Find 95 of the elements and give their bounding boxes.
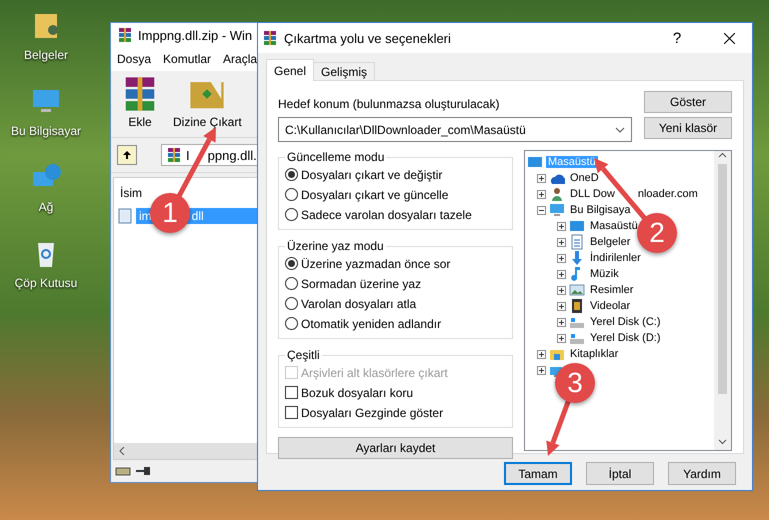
group-title: Çeşitli bbox=[286, 348, 321, 362]
radio-button[interactable] bbox=[285, 277, 298, 290]
download-icon bbox=[569, 250, 585, 266]
tree-item[interactable]: DLL Dow bbox=[568, 188, 617, 200]
chevron-left-icon bbox=[118, 447, 126, 455]
video-icon bbox=[569, 298, 585, 314]
checkbox[interactable] bbox=[285, 386, 298, 399]
tree-item[interactable]: Masaüstü bbox=[588, 220, 640, 232]
radio-option[interactable]: Sormadan üzerine yaz bbox=[285, 275, 506, 292]
chevron-down-icon bbox=[615, 126, 625, 132]
tree-item[interactable]: Videolar bbox=[588, 300, 632, 312]
window-title: Imppng.dll.zip - Win bbox=[138, 28, 252, 42]
up-arrow-icon bbox=[122, 150, 132, 160]
radio-button[interactable] bbox=[285, 317, 298, 330]
destination-combo[interactable]: C:\Kullanıcılar\DllDownloader_com\Masaüstü bbox=[278, 117, 632, 142]
desktop-icon-label[interactable]: Bu Bilgisayar bbox=[10, 124, 82, 138]
desktop-icon bbox=[527, 154, 543, 170]
tree-item[interactable]: İndirilenler bbox=[588, 252, 643, 264]
file-name: dll bbox=[192, 209, 204, 223]
menu-item[interactable]: Araçla bbox=[223, 52, 258, 66]
chevron-down-icon bbox=[718, 437, 727, 446]
radio-button[interactable] bbox=[285, 168, 298, 181]
tree-item[interactable]: Bu Bilgisaya bbox=[568, 204, 633, 216]
tree-item[interactable]: Kitaplıklar bbox=[568, 348, 620, 360]
side-button[interactable]: Göster bbox=[644, 91, 732, 113]
tree-item[interactable]: Müzik bbox=[588, 268, 621, 280]
plus-toggle-icon[interactable] bbox=[557, 334, 566, 342]
minus-toggle-icon[interactable] bbox=[537, 206, 546, 214]
dialog-button[interactable]: İptal bbox=[586, 462, 654, 485]
radio-option[interactable]: Sadece varolan dosyaları tazele bbox=[285, 206, 506, 223]
field-label: Hedef konum (bulunmazsa oluşturulacak) bbox=[278, 97, 500, 111]
radio-button[interactable] bbox=[285, 297, 298, 310]
computer-icon bbox=[549, 202, 565, 218]
desktop-icon-label[interactable]: Çöp Kutusu bbox=[14, 276, 78, 290]
group-title: Güncelleme modu bbox=[286, 150, 386, 164]
toolbar-button[interactable]: Dizine Çıkart bbox=[169, 75, 246, 133]
archive-books-icon bbox=[262, 30, 278, 46]
person-icon bbox=[549, 186, 565, 202]
toolbar-button[interactable]: Ekle bbox=[117, 75, 163, 133]
tree-item[interactable]: Belgeler bbox=[588, 236, 632, 248]
radio-option[interactable]: Dosyaları çıkart ve güncelle bbox=[285, 186, 506, 203]
plus-toggle-icon[interactable] bbox=[537, 190, 546, 198]
plus-toggle-icon[interactable] bbox=[537, 174, 546, 182]
tree-item[interactable]: OneD bbox=[568, 172, 601, 184]
radio-option[interactable]: Üzerine yazmadan önce sor bbox=[285, 255, 506, 272]
menu-item[interactable]: Dosya bbox=[117, 52, 152, 66]
plus-toggle-icon[interactable] bbox=[537, 366, 546, 374]
chevron-up-icon bbox=[718, 151, 727, 160]
key-icon bbox=[135, 465, 151, 477]
checkbox[interactable] bbox=[285, 406, 298, 419]
radio-option[interactable]: Otomatik yeniden adlandır bbox=[285, 315, 506, 332]
close-icon bbox=[724, 32, 734, 44]
dialog-button[interactable]: Tamam bbox=[504, 462, 572, 485]
vertical-scrollbar[interactable] bbox=[714, 151, 731, 450]
radio-option[interactable]: Varolan dosyaları atla bbox=[285, 295, 506, 312]
radio-button[interactable] bbox=[285, 257, 298, 270]
drive-icon bbox=[115, 465, 131, 477]
dialog-button[interactable]: Yardım bbox=[668, 462, 736, 485]
tab[interactable]: Genel bbox=[266, 59, 314, 81]
plus-toggle-icon[interactable] bbox=[557, 238, 566, 246]
tree-item[interactable]: Yerel Disk (D:) bbox=[588, 332, 662, 344]
plus-toggle-icon[interactable] bbox=[557, 222, 566, 230]
checkbox-option[interactable]: Bozuk dosyaları koru bbox=[285, 384, 506, 401]
tree-item[interactable]: Resimler bbox=[588, 284, 636, 296]
checkbox-option[interactable]: Dosyaları Gezginde göster bbox=[285, 404, 506, 421]
plus-toggle-icon[interactable] bbox=[557, 302, 566, 310]
file-icon bbox=[118, 208, 132, 224]
radio-button[interactable] bbox=[285, 208, 298, 221]
plus-toggle-icon[interactable] bbox=[557, 254, 566, 262]
group-title: Üzerine yaz modu bbox=[286, 239, 385, 253]
up-button[interactable] bbox=[117, 145, 137, 165]
plus-toggle-icon[interactable] bbox=[557, 318, 566, 326]
archive-books-icon bbox=[117, 27, 133, 43]
desktop-icon-label[interactable]: Belgeler bbox=[24, 48, 68, 62]
address-text: I bbox=[186, 148, 190, 162]
document-icon bbox=[569, 234, 585, 250]
archive-books-icon bbox=[166, 147, 182, 163]
plus-toggle-icon[interactable] bbox=[537, 350, 546, 358]
address-text: ppng.dll. bbox=[208, 148, 257, 162]
tree-item[interactable]: Yerel Disk (C:) bbox=[588, 316, 662, 328]
radio-option[interactable]: Dosyaları çıkart ve değiştir bbox=[285, 166, 506, 183]
file-name: im bbox=[139, 209, 152, 223]
desktop-icon-label[interactable]: Ağ bbox=[38, 200, 54, 214]
save-settings-button[interactable]: Ayarları kaydet bbox=[278, 437, 513, 459]
plus-toggle-icon[interactable] bbox=[557, 286, 566, 294]
radio-button[interactable] bbox=[285, 188, 298, 201]
plus-toggle-icon[interactable] bbox=[557, 270, 566, 278]
tree-item[interactable]: nloader.com bbox=[636, 188, 700, 200]
help-button[interactable]: ? bbox=[654, 23, 700, 53]
desktop-icon bbox=[569, 218, 585, 234]
menu-item[interactable]: Komutlar bbox=[163, 52, 212, 66]
picture-icon bbox=[569, 282, 585, 298]
side-button[interactable]: Yeni klasör bbox=[644, 117, 732, 139]
dialog-title: Çıkartma yolu ve seçenekleri bbox=[284, 30, 452, 46]
tab[interactable]: Gelişmiş bbox=[313, 62, 376, 81]
